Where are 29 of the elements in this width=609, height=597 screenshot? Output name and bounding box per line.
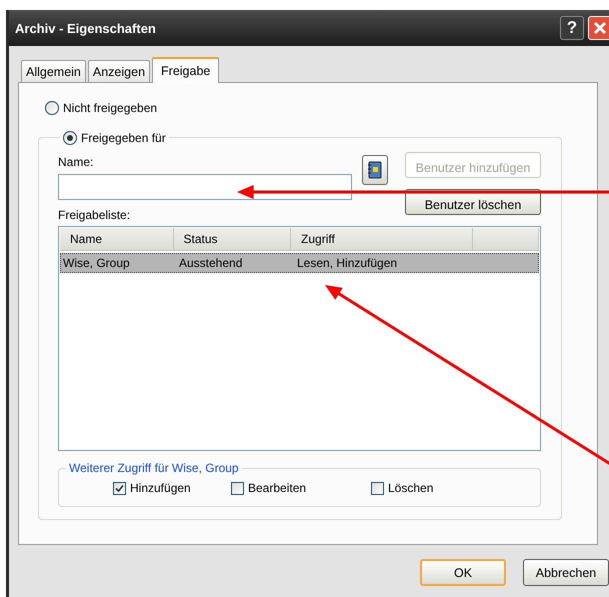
column-header[interactable]: Status	[174, 228, 292, 250]
group-title: Weiterer Zugriff für Wise, Group	[68, 461, 240, 475]
close-icon	[593, 21, 607, 35]
column-header[interactable]: Name	[60, 228, 174, 250]
name-field[interactable]	[58, 174, 352, 200]
list-row[interactable]: Wise, Group Ausstehend Lesen, Hinzufügen	[60, 253, 539, 273]
radio-button[interactable]	[45, 101, 59, 115]
list-label: Freigabeliste:	[58, 208, 132, 222]
radio-button[interactable]	[63, 131, 77, 145]
window-title: Archiv - Eigenschaften	[15, 20, 157, 36]
checkbox[interactable]	[371, 482, 384, 494]
field-label: Name:	[58, 155, 94, 169]
checkbox[interactable]	[113, 482, 126, 494]
tab[interactable]: Anzeigen	[88, 60, 150, 82]
radio-label: Nicht freigegeben	[63, 101, 158, 115]
checkbox-label: Bearbeiten	[248, 481, 306, 495]
address-book-icon	[367, 161, 383, 179]
address-book-button[interactable]	[362, 155, 388, 185]
column-header[interactable]: Zugriff	[291, 228, 474, 250]
tab[interactable]: Allgemein	[21, 60, 86, 82]
help-button[interactable]: ?	[560, 16, 584, 40]
checkbox-label: Hinzufügen	[130, 481, 191, 495]
radio-label: Freigegeben für	[81, 131, 166, 145]
close-button[interactable]	[588, 16, 609, 40]
ok-button[interactable]: OK	[420, 559, 506, 586]
tab[interactable]: Freigabe	[152, 57, 220, 83]
checkbox[interactable]	[231, 482, 244, 494]
checkbox-label: Löschen	[388, 481, 434, 495]
cancel-button[interactable]: Abbrechen	[523, 559, 609, 586]
